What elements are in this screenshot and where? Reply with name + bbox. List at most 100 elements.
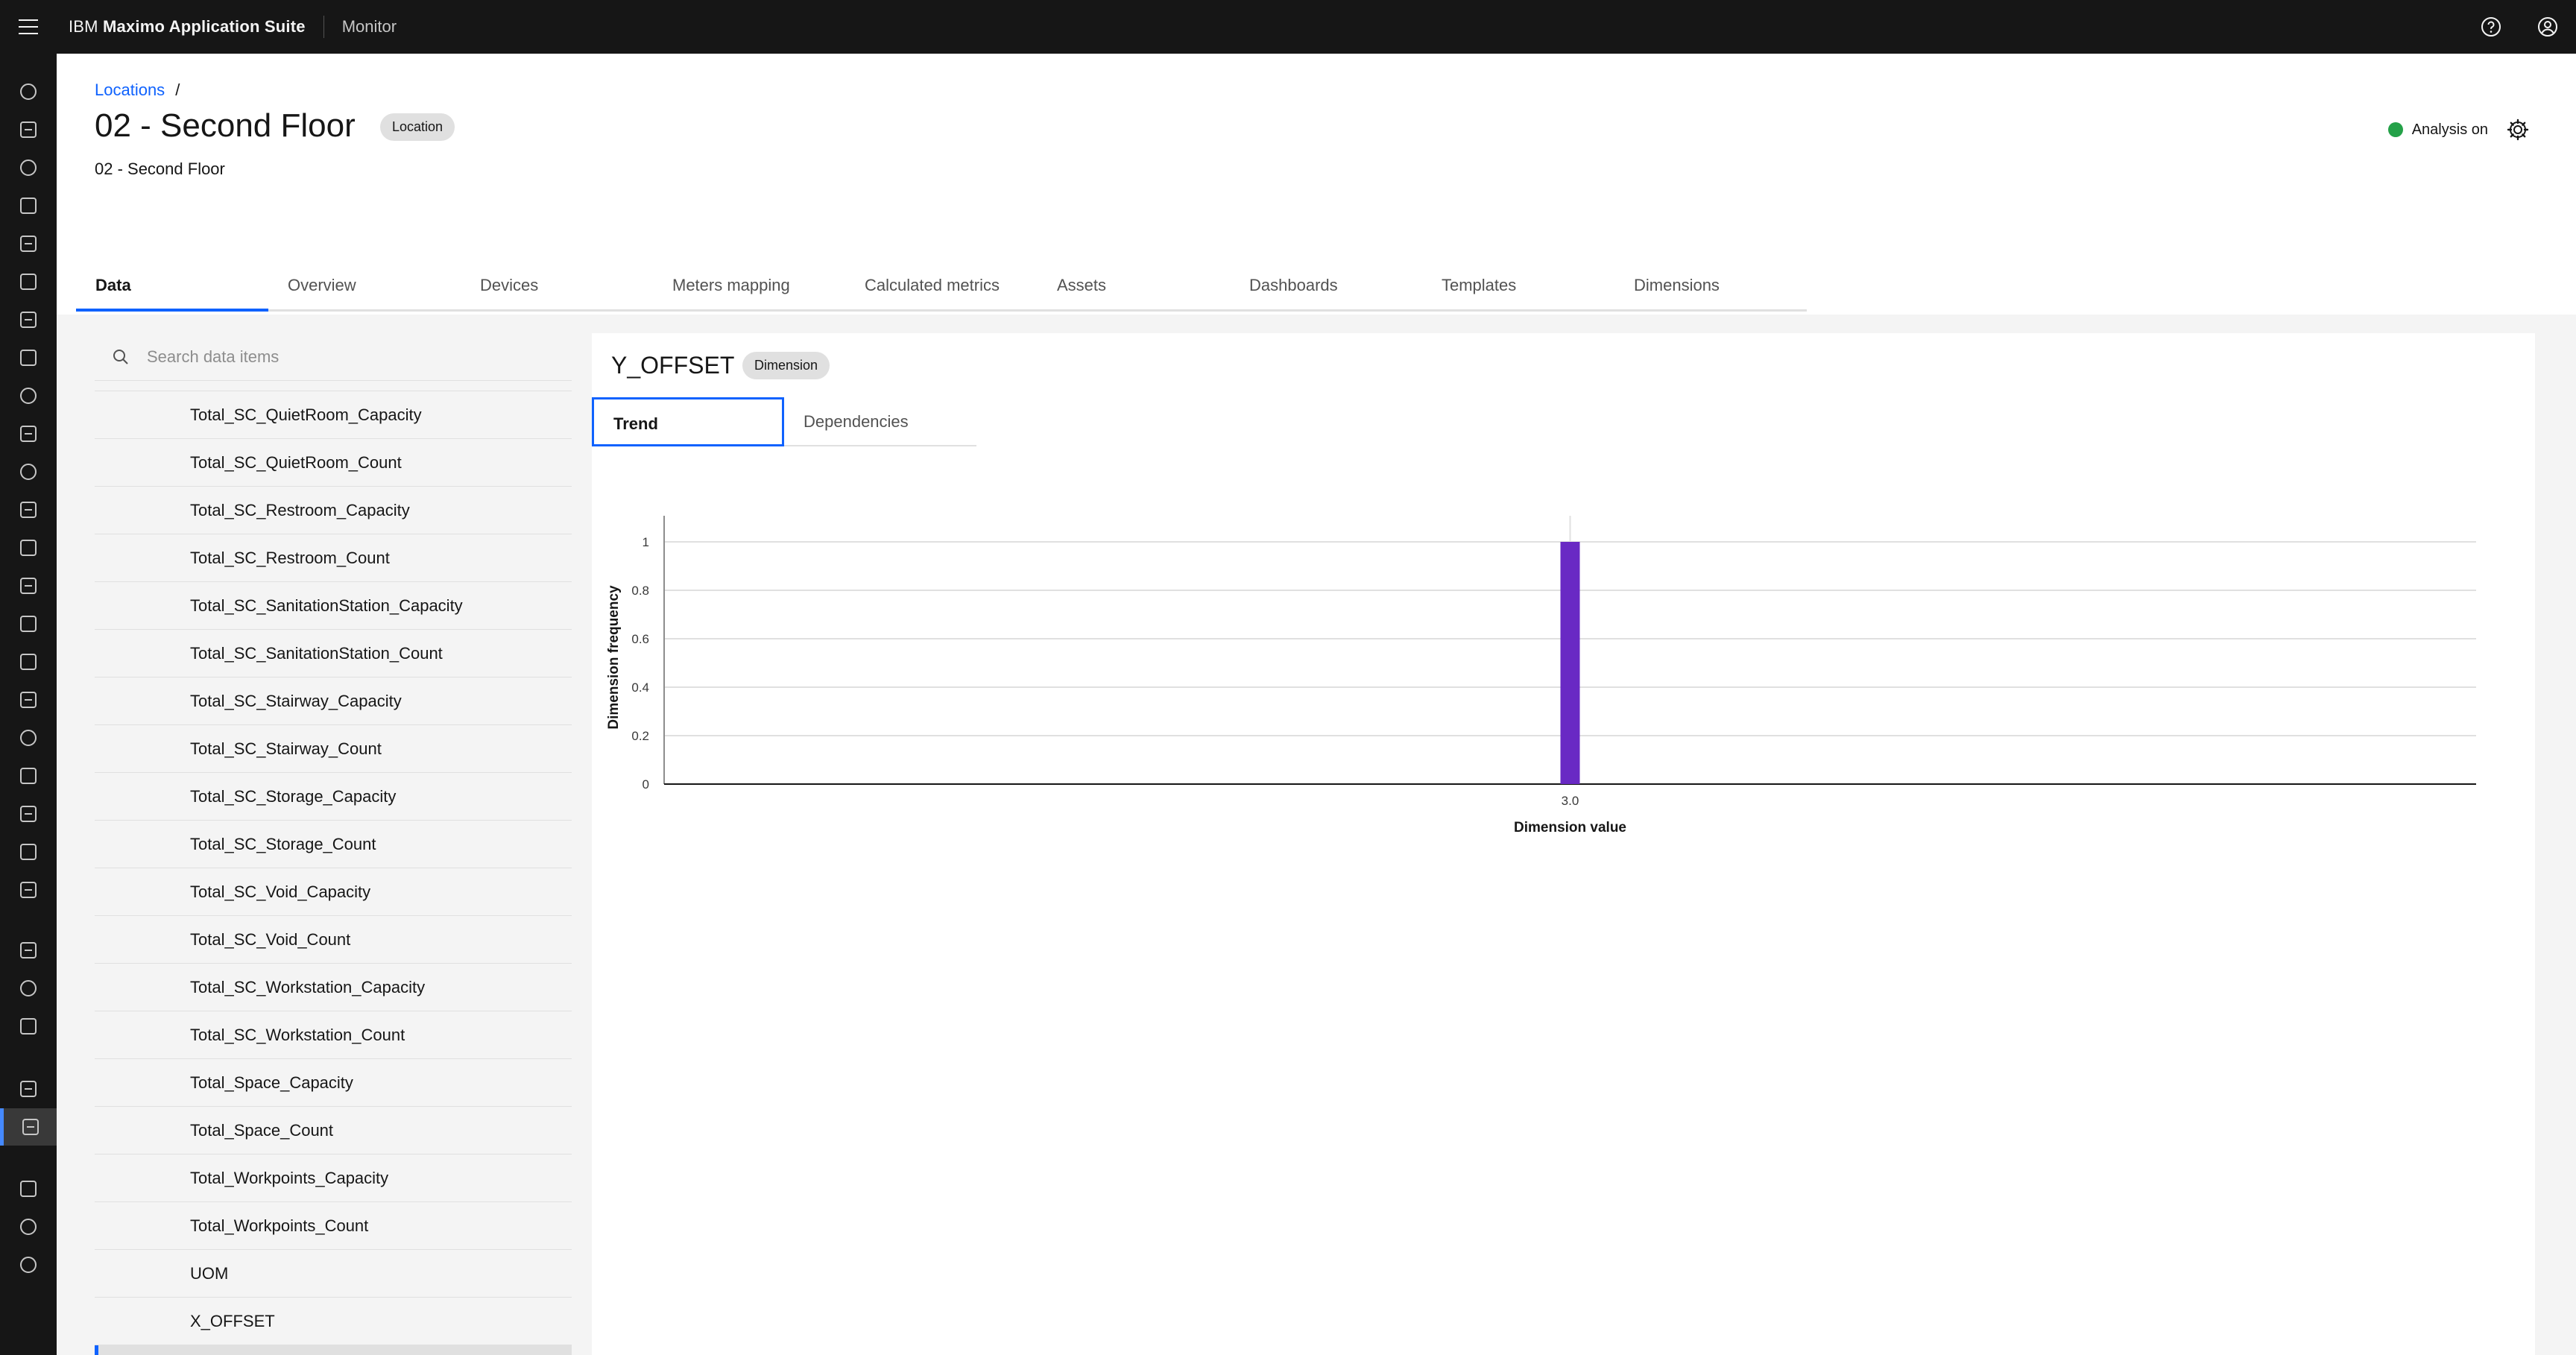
nav-network-icon[interactable] [0,187,57,224]
x-tick-label: 3.0 [1562,794,1579,808]
detail-sub-tabs: Trend Dependencies [592,397,976,446]
analysis-status-label: Analysis on [2411,121,2488,138]
nav-data-setup-icon[interactable] [0,1108,57,1146]
list-item[interactable]: Total_SC_QuietRoom_Capacity [95,391,572,439]
trend-chart-svg: 0 0.2 0.4 0.6 0.8 1 3.0 Dimension value Dimensio… [606,516,2476,836]
nav-list-checked-icon[interactable] [0,932,57,969]
list-item[interactable]: UOM [95,1250,572,1298]
list-item[interactable]: Total_SC_SanitationStation_Count [95,630,572,678]
y-tick-label: 0.4 [631,680,649,695]
list-item[interactable]: Total_Workpoints_Count [95,1202,572,1250]
list-item[interactable]: Total_SC_Storage_Capacity [95,773,572,821]
nav-settings-adjust-icon[interactable] [0,795,57,833]
list-item[interactable]: Total_SC_Void_Capacity [95,868,572,916]
nav-monitor-icon[interactable] [0,339,57,376]
list-item[interactable]: Y_OFFSET [95,1345,572,1355]
page-subtitle: 02 - Second Floor [95,159,225,178]
y-tick-label: 0 [643,777,649,792]
nav-briefcase-icon[interactable] [0,415,57,452]
list-item[interactable]: Total_Workpoints_Capacity [95,1155,572,1202]
nav-shield-icon[interactable] [0,529,57,566]
menu-icon[interactable] [0,0,57,54]
tab-meters-mapping[interactable]: Meters mapping [653,255,845,312]
nav-task-icon[interactable] [0,833,57,871]
nav-hierarchy-icon[interactable] [0,453,57,490]
tab-calculated-metrics[interactable]: Calculated metrics [845,255,1038,312]
tab-trend[interactable]: Trend [592,397,784,446]
detail-panel: Y_OFFSET Dimension Trend Dependencies 00… [592,333,2535,1355]
location-tag: Location [380,113,455,141]
y-tick-label: 0.6 [631,632,649,646]
nav-search-doc-icon[interactable] [0,1208,57,1245]
location-tabs: Data Overview Devices Meters mapping Cal… [76,255,1807,312]
y-tick-label: 1 [643,535,649,549]
data-items-list: Total_SC_QuietRoom_Capacity Total_SC_Quie… [95,391,572,1355]
nav-checklist-icon[interactable] [0,871,57,909]
nav-chart-icon[interactable] [0,111,57,148]
main-content: Locations / 02 - Second Floor Location 0… [57,54,2576,1355]
tab-assets[interactable]: Assets [1038,255,1230,312]
analysis-status: Analysis on [2387,116,2531,143]
search-icon [95,349,147,365]
nav-people-icon[interactable] [0,757,57,795]
detail-title: Y_OFFSET [611,352,735,379]
list-item[interactable]: Total_SC_Restroom_Capacity [95,487,572,534]
nav-clipboard-icon[interactable] [0,605,57,642]
data-items-panel: Total_SC_QuietRoom_CapacityTotal_SC_Quie… [95,333,572,1355]
list-item-partial[interactable] [95,381,572,391]
tab-dimensions[interactable]: Dimensions [1614,255,1807,312]
nav-report-icon[interactable] [0,263,57,300]
nav-trend-icon[interactable] [0,301,57,338]
left-nav-rail [0,54,57,1355]
breadcrumb: Locations / [95,80,180,100]
nav-settings-icon[interactable] [0,1246,57,1283]
nav-globe-icon[interactable] [0,377,57,414]
list-item[interactable]: Total_SC_SanitationStation_Capacity [95,582,572,630]
gear-icon[interactable] [2504,116,2531,143]
nav-meter-icon[interactable] [0,970,57,1007]
list-item[interactable]: Total_Space_Count [95,1107,572,1155]
tab-devices[interactable]: Devices [461,255,653,312]
user-avatar-icon[interactable] [2519,0,2576,54]
nav-tree-icon[interactable] [0,1008,57,1045]
tab-overview[interactable]: Overview [268,255,461,312]
search-input[interactable] [147,347,534,367]
nav-table-icon[interactable] [0,1070,57,1108]
tab-templates[interactable]: Templates [1422,255,1614,312]
nav-launch-icon[interactable] [0,1170,57,1207]
tab-dependencies[interactable]: Dependencies [784,397,976,446]
brand-name: Maximo Application Suite [103,17,306,36]
brand-prefix: IBM [69,17,98,36]
list-item[interactable]: Total_SC_QuietRoom_Count [95,439,572,487]
y-axis-label: Dimension frequency [606,585,622,730]
trend-chart: 0 0.2 0.4 0.6 0.8 1 3.0 Dimension value Dimensio… [592,482,2535,1004]
list-item[interactable]: Total_Space_Capacity [95,1059,572,1107]
brand-title[interactable]: IBM Maximo Application Suite [57,17,306,37]
tab-dashboards[interactable]: Dashboards [1230,255,1422,312]
nav-users-icon[interactable] [0,73,57,110]
nav-cart-icon[interactable] [0,681,57,718]
nav-satellite-icon[interactable] [0,149,57,186]
breadcrumb-locations-link[interactable]: Locations [95,80,165,100]
list-item[interactable]: Total_SC_Stairway_Count [95,725,572,773]
list-item[interactable]: Total_SC_Void_Count [95,916,572,964]
list-item[interactable]: Total_SC_Workstation_Capacity [95,964,572,1011]
list-item[interactable]: Total_SC_Workstation_Count [95,1011,572,1059]
nav-handshake-icon[interactable] [0,719,57,757]
nav-lock-icon[interactable] [0,643,57,680]
list-item[interactable]: X_OFFSET [95,1298,572,1345]
list-item[interactable]: Total_SC_Stairway_Capacity [95,678,572,725]
tab-data[interactable]: Data [76,255,268,312]
list-item[interactable]: Total_SC_Storage_Count [95,821,572,868]
y-tick-label: 0.8 [631,584,649,598]
breadcrumb-separator: / [175,80,180,99]
x-axis-label: Dimension value [1514,820,1626,836]
list-item[interactable]: Total_SC_Restroom_Count [95,534,572,582]
nav-dashboard-icon[interactable] [0,491,57,528]
dimension-tag: Dimension [742,352,830,379]
nav-notebook-icon[interactable] [0,567,57,604]
help-icon[interactable] [2463,0,2519,54]
chart-bar [1560,542,1580,784]
y-tick-label: 0.2 [631,729,649,743]
nav-document-search-icon[interactable] [0,225,57,262]
